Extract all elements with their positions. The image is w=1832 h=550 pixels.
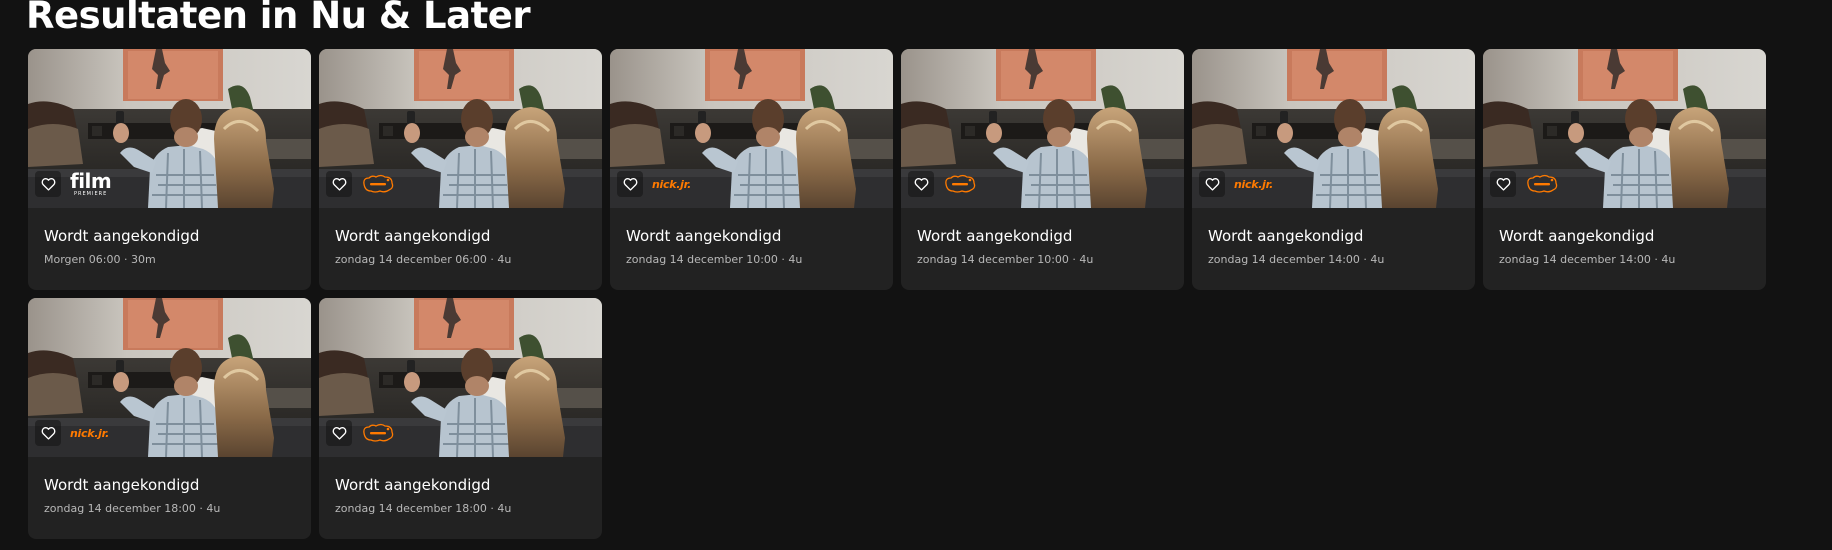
program-title: Wordt aangekondigd — [626, 227, 782, 245]
program-card-5[interactable]: nick.jr. Wordt aangekondigd zondag 14 de… — [1192, 49, 1475, 290]
nickjr-channel-logo — [1525, 171, 1559, 197]
nickjr-channel-logo — [943, 171, 977, 197]
nick-jr-logo-word: nick.jr. — [652, 177, 692, 191]
program-card-1[interactable]: film PREMIERE Wordt aangekondigd Morgen 0… — [28, 49, 311, 290]
heart-outline-icon — [914, 177, 928, 191]
nickjr-channel-logo — [361, 171, 395, 197]
nickjr-splat-logo-icon — [363, 174, 394, 193]
nick-jr-logo-word: nick.jr. — [1234, 177, 1274, 191]
program-thumbnail[interactable]: nick.jr. — [1192, 49, 1475, 208]
program-title: Wordt aangekondigd — [917, 227, 1073, 245]
results-grid: film PREMIERE Wordt aangekondigd Morgen 0… — [28, 49, 1768, 539]
program-thumbnail[interactable] — [1483, 49, 1766, 208]
section-title: Resultaten in Nu & Later — [26, 0, 531, 37]
heart-outline-icon — [41, 426, 55, 440]
program-schedule: zondag 14 december 14:00 · 4u — [1208, 253, 1385, 266]
logo-sub: PREMIERE — [74, 191, 108, 197]
program-thumbnail[interactable] — [319, 49, 602, 208]
heart-outline-icon — [623, 177, 637, 191]
nickjr-splat-logo-icon — [363, 423, 394, 442]
program-info: Wordt aangekondigd zondag 14 december 06… — [319, 208, 602, 268]
film1-premiere-logo: film PREMIERE — [70, 169, 112, 197]
program-schedule: Morgen 06:00 · 30m — [44, 253, 156, 266]
program-info: Wordt aangekondigd zondag 14 december 14… — [1483, 208, 1766, 268]
favorite-button[interactable] — [1490, 171, 1516, 197]
program-title: Wordt aangekondigd — [1208, 227, 1364, 245]
program-thumbnail[interactable] — [319, 298, 602, 457]
nickjr-splat-logo-icon — [1527, 174, 1558, 193]
search-results-page: Resultaten in Nu & Later film PREMIERE W… — [0, 0, 1832, 550]
program-schedule: zondag 14 december 18:00 · 4u — [44, 502, 221, 515]
program-thumbnail[interactable]: film PREMIERE — [28, 49, 311, 208]
program-title: Wordt aangekondigd — [44, 476, 200, 494]
nick-jr-logo: nick.jr. — [1234, 171, 1273, 197]
favorite-button[interactable] — [326, 420, 352, 446]
nick-jr-logo-word: nick.jr. — [70, 426, 110, 440]
program-schedule: zondag 14 december 14:00 · 4u — [1499, 253, 1676, 266]
program-title: Wordt aangekondigd — [1499, 227, 1655, 245]
program-schedule: zondag 14 december 06:00 · 4u — [335, 253, 512, 266]
program-schedule: zondag 14 december 10:00 · 4u — [626, 253, 803, 266]
program-thumbnail[interactable]: nick.jr. — [28, 298, 311, 457]
program-card-2[interactable]: Wordt aangekondigd zondag 14 december 06… — [319, 49, 602, 290]
favorite-button[interactable] — [1199, 171, 1225, 197]
favorite-button[interactable] — [326, 171, 352, 197]
program-schedule: zondag 14 december 18:00 · 4u — [335, 502, 512, 515]
favorite-button[interactable] — [908, 171, 934, 197]
program-card-7[interactable]: nick.jr. Wordt aangekondigd zondag 14 de… — [28, 298, 311, 539]
favorite-button[interactable] — [35, 171, 61, 197]
favorite-button[interactable] — [617, 171, 643, 197]
program-card-4[interactable]: Wordt aangekondigd zondag 14 december 10… — [901, 49, 1184, 290]
program-info: Wordt aangekondigd zondag 14 december 18… — [28, 457, 311, 517]
program-title: Wordt aangekondigd — [44, 227, 200, 245]
program-info: Wordt aangekondigd zondag 14 december 10… — [610, 208, 893, 268]
program-card-8[interactable]: Wordt aangekondigd zondag 14 december 18… — [319, 298, 602, 539]
program-title: Wordt aangekondigd — [335, 227, 491, 245]
program-thumbnail[interactable] — [901, 49, 1184, 208]
program-info: Wordt aangekondigd Morgen 06:00 · 30m — [28, 208, 311, 268]
nick-jr-logo: nick.jr. — [70, 420, 109, 446]
program-card-3[interactable]: nick.jr. Wordt aangekondigd zondag 14 de… — [610, 49, 893, 290]
heart-outline-icon — [1205, 177, 1219, 191]
program-info: Wordt aangekondigd zondag 14 december 10… — [901, 208, 1184, 268]
nickjr-channel-logo — [361, 420, 395, 446]
favorite-button[interactable] — [35, 420, 61, 446]
program-title: Wordt aangekondigd — [335, 476, 491, 494]
program-info: Wordt aangekondigd zondag 14 december 18… — [319, 457, 602, 517]
program-card-6[interactable]: Wordt aangekondigd zondag 14 december 14… — [1483, 49, 1766, 290]
heart-outline-icon — [332, 426, 346, 440]
heart-outline-icon — [332, 177, 346, 191]
heart-outline-icon — [41, 177, 55, 191]
logo-word: film — [70, 169, 112, 193]
nick-jr-logo: nick.jr. — [652, 171, 691, 197]
heart-outline-icon — [1496, 177, 1510, 191]
program-thumbnail[interactable]: nick.jr. — [610, 49, 893, 208]
program-info: Wordt aangekondigd zondag 14 december 14… — [1192, 208, 1475, 268]
film1-premiere-logo-mark: film PREMIERE — [70, 169, 112, 197]
program-schedule: zondag 14 december 10:00 · 4u — [917, 253, 1094, 266]
nickjr-splat-logo-icon — [945, 174, 976, 193]
